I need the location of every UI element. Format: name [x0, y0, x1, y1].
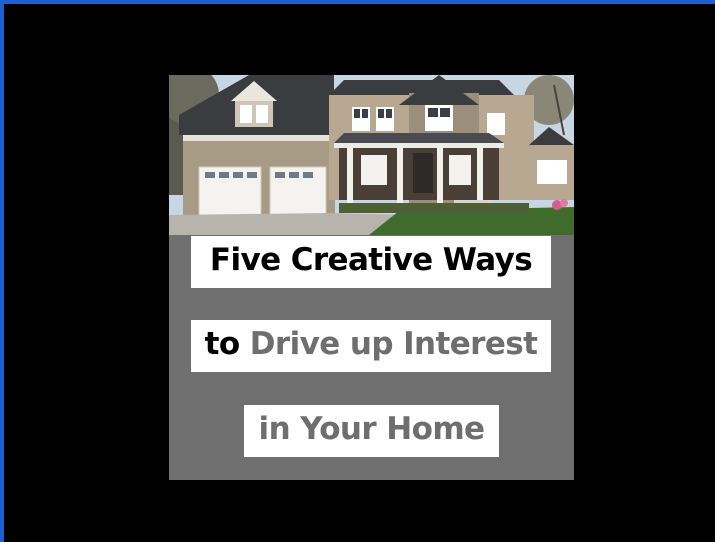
article-card[interactable]: Five Creative Ways to Drive up Interest … [169, 75, 574, 480]
house-photo [169, 75, 574, 235]
headline-line-1: Five Creative Ways [191, 236, 551, 288]
headline-line-2-rest: Drive up Interest [249, 326, 538, 362]
headline-line-3: in Your Home [244, 405, 499, 457]
headline-line-2: to Drive up Interest [191, 320, 551, 372]
screen-frame: Five Creative Ways to Drive up Interest … [0, 0, 715, 542]
headline-line-2-prefix: to [204, 326, 241, 362]
